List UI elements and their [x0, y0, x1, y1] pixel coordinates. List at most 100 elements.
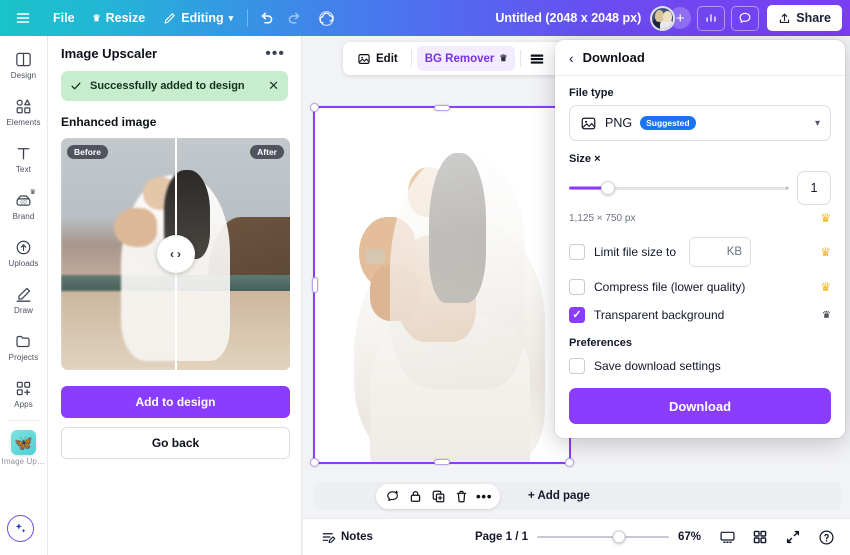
sidebar-item-projects[interactable]: Projects [2, 326, 46, 366]
page-indicator: Page 1 / 1 [474, 531, 528, 543]
toolbar-divider [410, 50, 412, 67]
transparent-background-label: Transparent background [594, 308, 725, 322]
sidebar-item-text[interactable]: Text [2, 138, 46, 178]
element-toolbar: Edit BG Remover ♛ [343, 42, 579, 75]
adjust-lines-icon[interactable] [526, 48, 548, 69]
crown-icon: ♛ [92, 12, 101, 23]
cloud-save-icon[interactable] [313, 5, 340, 31]
share-button[interactable]: Share [767, 5, 842, 31]
compress-file-label: Compress file (lower quality) [594, 280, 746, 294]
sidebar-item-draw[interactable]: Draw [2, 279, 46, 319]
sidebar-item-apps[interactable]: Apps [2, 373, 46, 413]
sidebar-item-image-upscaler-app[interactable]: 🦋 Image Ups... [2, 424, 46, 470]
lock-icon[interactable] [404, 486, 426, 507]
file-menu[interactable]: File [44, 5, 84, 31]
crown-icon: ♛ [820, 280, 831, 294]
editing-mode-dropdown[interactable]: Editing ▾ [154, 5, 242, 31]
option-compress-file[interactable]: Compress file (lower quality) ♛ [569, 279, 831, 295]
sidebar-item-design[interactable]: Design [2, 44, 46, 84]
compress-file-checkbox[interactable] [569, 279, 585, 295]
sidebar-item-design-label: Design [10, 71, 37, 80]
sidebar-item-apps-label: Apps [14, 400, 33, 409]
notes-button[interactable]: Notes [315, 526, 379, 549]
zoom-slider[interactable] [537, 530, 669, 544]
sidebar-item-elements-label: Elements [6, 118, 41, 127]
go-back-button[interactable]: Go back [61, 427, 290, 459]
file-menu-label: File [53, 11, 75, 25]
toast-message: Successfully added to design [90, 80, 245, 92]
help-question-icon[interactable] [814, 525, 838, 549]
zoom-slider-handle[interactable] [612, 530, 626, 544]
chevron-down-icon[interactable]: ▾ [815, 118, 820, 129]
grid-thumbnails-icon[interactable] [748, 525, 772, 549]
design-canvas[interactable] [313, 106, 571, 464]
sidebar-item-uploads-label: Uploads [8, 259, 39, 268]
sidebar-item-elements[interactable]: Elements [2, 91, 46, 131]
download-panel: ‹ Download File type PNG Suggested ▾ Siz… [555, 40, 845, 438]
size-label: Size × [569, 153, 601, 165]
sidebar-item-uploads[interactable]: Uploads [2, 232, 46, 272]
size-multiplier-input[interactable]: 1 [797, 171, 831, 205]
document-title[interactable]: Untitled (2048 x 2048 px) [486, 11, 650, 25]
limit-file-size-checkbox[interactable] [569, 244, 585, 260]
sidebar-item-draw-label: Draw [13, 306, 34, 315]
option-save-download-settings[interactable]: Save download settings [569, 358, 831, 374]
close-icon[interactable]: ✕ [268, 78, 279, 94]
option-limit-file-size[interactable]: Limit file size to KB ♛ [569, 237, 831, 267]
file-type-select[interactable]: PNG Suggested ▾ [569, 105, 831, 141]
bride-image-element[interactable] [313, 106, 571, 464]
edit-image-button[interactable]: Edit [349, 46, 406, 71]
enhanced-image-title: Enhanced image [61, 115, 157, 129]
duplicate-page-icon[interactable] [427, 486, 449, 507]
transparent-background-checkbox[interactable] [569, 307, 585, 323]
size-slider[interactable] [569, 180, 789, 196]
comparison-slider-handle[interactable]: ‹ › [156, 235, 195, 273]
panel-header: Image Upscaler ••• [61, 45, 288, 61]
page-view-icon[interactable] [715, 525, 739, 549]
insights-bar-chart-icon[interactable] [697, 5, 726, 31]
sidebar-item-projects-label: Projects [8, 353, 39, 362]
canvas-wrapper [310, 103, 574, 467]
user-avatar[interactable] [650, 5, 676, 31]
trash-delete-icon[interactable] [450, 486, 472, 507]
magic-sparkle-button[interactable] [7, 515, 34, 542]
hamburger-menu-icon[interactable] [9, 5, 36, 31]
after-badge: After [250, 145, 284, 159]
preferences-label: Preferences [569, 337, 632, 349]
sidebar-item-image-upscaler-label: Image Ups... [1, 457, 46, 466]
comment-bubble-icon[interactable] [731, 5, 760, 31]
file-size-kb-input[interactable]: KB [689, 237, 752, 267]
bg-remover-button[interactable]: BG Remover ♛ [416, 46, 516, 71]
success-toast: Successfully added to design ✕ [61, 71, 288, 101]
zoom-level-value[interactable]: 67% [678, 531, 706, 543]
download-button[interactable]: Download [569, 388, 831, 424]
resize-label: Resize [105, 11, 146, 25]
more-options-icon[interactable]: ••• [262, 45, 288, 61]
size-slider-handle[interactable] [601, 181, 616, 195]
add-to-design-button[interactable]: Add to design [61, 386, 290, 418]
draw-pen-icon [14, 285, 33, 304]
edit-label: Edit [376, 52, 398, 65]
image-upscaler-panel: Image Upscaler ••• Successfully added to… [48, 36, 302, 555]
limit-file-size-label: Limit file size to [594, 245, 677, 259]
sidebar-item-brand-label: Brand [12, 212, 35, 221]
save-settings-checkbox[interactable] [569, 358, 585, 374]
apps-grid-plus-icon [14, 379, 33, 398]
comment-add-icon[interactable] [381, 486, 403, 507]
before-after-comparison[interactable]: Before After ‹ › [61, 138, 290, 370]
resize-button[interactable]: ♛ Resize [84, 5, 155, 31]
more-options-icon[interactable]: ••• [473, 486, 495, 507]
download-panel-title: Download [582, 50, 645, 65]
undo-icon[interactable] [253, 5, 280, 31]
sidebar-item-brand[interactable]: CO ♛ Brand [2, 185, 46, 225]
dimensions-row: 1,125 × 750 px ♛ [569, 211, 831, 225]
chevron-left-icon[interactable]: ‹ [569, 51, 574, 65]
suggested-badge: Suggested [640, 116, 696, 130]
pencil-icon [163, 12, 176, 25]
chevron-left-icon: ‹ [170, 247, 174, 261]
option-transparent-background[interactable]: Transparent background ♛ [569, 307, 831, 323]
add-page-button[interactable]: + Add page [528, 490, 590, 502]
redo-icon[interactable] [280, 5, 307, 31]
crown-icon: ♛ [499, 53, 508, 63]
fullscreen-expand-icon[interactable] [781, 525, 805, 549]
